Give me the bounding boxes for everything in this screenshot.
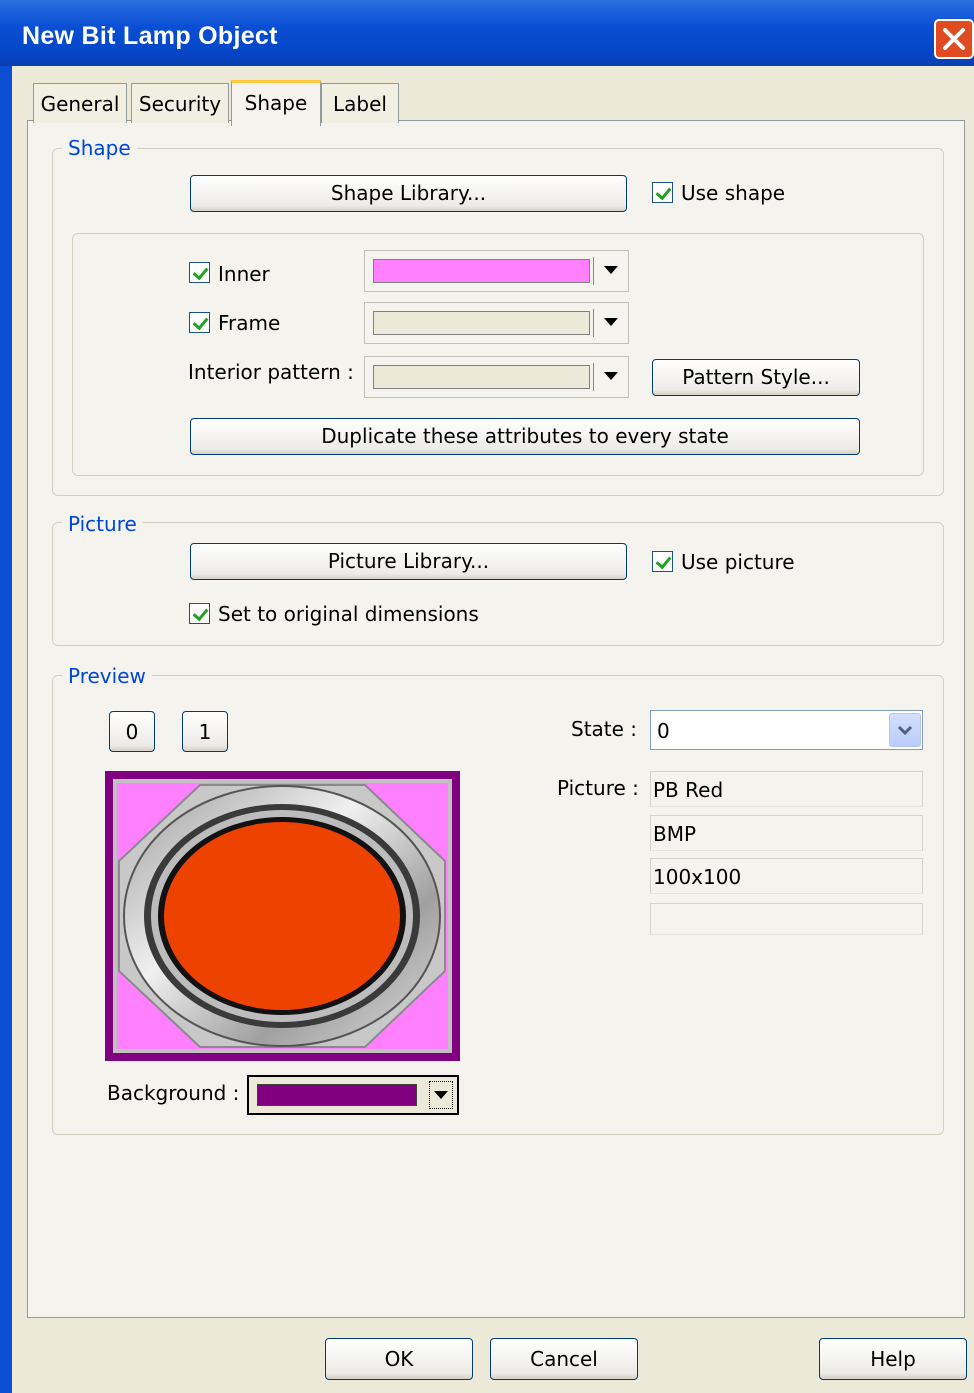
- duplicate-attributes-button[interactable]: Duplicate these attributes to every stat…: [190, 418, 860, 455]
- picture-extra-field: [650, 903, 923, 935]
- tab-security-label: Security: [138, 92, 222, 116]
- inner-label: Inner: [218, 262, 270, 286]
- ok-button[interactable]: OK: [325, 1338, 473, 1380]
- inner-checkbox[interactable]: [189, 262, 210, 283]
- state-1-button[interactable]: 1: [182, 711, 228, 752]
- picture-group-legend: Picture: [62, 512, 143, 536]
- background-label: Background :: [107, 1081, 240, 1105]
- picture-group: [52, 522, 944, 646]
- window-border: [0, 66, 12, 1393]
- picture-name-field: PB Red: [650, 771, 923, 807]
- pattern-style-button[interactable]: Pattern Style...: [652, 359, 860, 396]
- shape-library-button[interactable]: Shape Library...: [190, 175, 627, 212]
- picture-library-button[interactable]: Picture Library...: [190, 543, 627, 580]
- tab-general[interactable]: General: [33, 83, 127, 123]
- cancel-button[interactable]: Cancel: [490, 1338, 638, 1380]
- chevron-down-icon: [604, 266, 618, 274]
- frame-label: Frame: [218, 311, 281, 335]
- preview-image: [105, 771, 460, 1061]
- state-label: State :: [571, 717, 638, 741]
- state-select-value: 0: [657, 719, 670, 743]
- use-picture-label: Use picture: [681, 550, 795, 574]
- chevron-down-icon: [897, 725, 913, 736]
- background-color-swatch: [257, 1084, 417, 1106]
- picture-label: Picture :: [557, 776, 639, 800]
- picture-format-field: BMP: [650, 815, 923, 851]
- tab-shape[interactable]: Shape: [231, 80, 321, 126]
- window-title: New Bit Lamp Object: [22, 22, 278, 50]
- preview-group-legend: Preview: [62, 664, 152, 688]
- inner-color-dropdown[interactable]: [364, 250, 629, 292]
- chevron-down-icon: [604, 318, 618, 326]
- chevron-down-icon: [434, 1091, 448, 1099]
- tab-label-label: Label: [333, 92, 387, 116]
- close-button[interactable]: [934, 19, 974, 59]
- shape-group-legend: Shape: [62, 136, 137, 160]
- tab-security[interactable]: Security: [131, 83, 229, 123]
- state-0-button[interactable]: 0: [109, 711, 155, 752]
- frame-checkbox[interactable]: [189, 312, 210, 333]
- interior-pattern-label: Interior pattern :: [188, 360, 354, 384]
- tab-label[interactable]: Label: [321, 83, 399, 123]
- lamp-picture: [113, 779, 452, 1053]
- interior-pattern-dropdown[interactable]: [364, 356, 629, 398]
- close-icon: [943, 28, 965, 50]
- inner-color-swatch: [373, 259, 590, 283]
- background-color-dropdown[interactable]: [247, 1075, 459, 1115]
- use-shape-checkbox[interactable]: [652, 182, 673, 203]
- use-picture-checkbox[interactable]: [652, 551, 673, 572]
- picture-size-field: 100x100: [650, 858, 923, 894]
- tab-general-label: General: [40, 92, 120, 116]
- original-dimensions-checkbox[interactable]: [189, 603, 210, 624]
- original-dimensions-label: Set to original dimensions: [218, 602, 479, 626]
- use-shape-label: Use shape: [681, 181, 786, 205]
- frame-color-dropdown[interactable]: [364, 302, 629, 344]
- help-button[interactable]: Help: [819, 1338, 967, 1380]
- chevron-down-icon: [604, 372, 618, 380]
- state-select[interactable]: 0: [650, 710, 923, 750]
- interior-pattern-swatch: [373, 365, 590, 389]
- state-dropdown-button[interactable]: [889, 713, 921, 747]
- frame-color-swatch: [373, 311, 590, 335]
- tab-shape-label: Shape: [244, 91, 308, 115]
